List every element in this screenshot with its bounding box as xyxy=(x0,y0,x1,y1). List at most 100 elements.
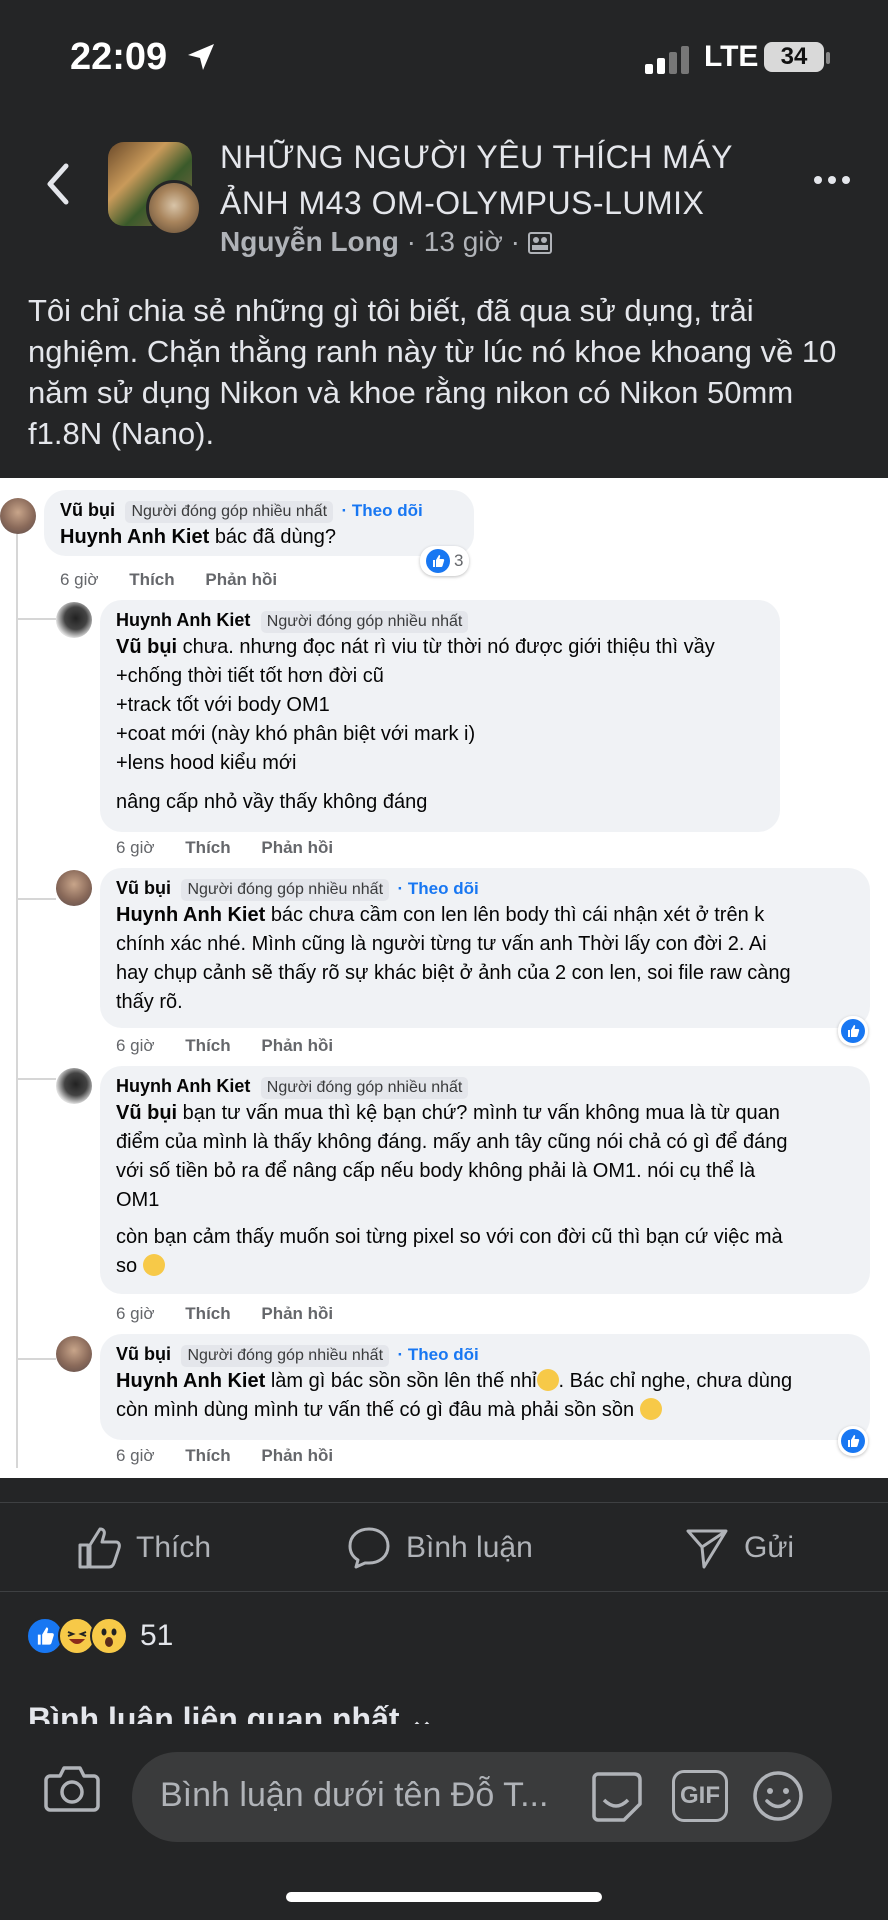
comment-time: 6 giờ xyxy=(116,1304,155,1323)
comment-actions: 6 giờ Thích Phản hồi xyxy=(116,1036,359,1056)
emoji-icon[interactable] xyxy=(750,1768,806,1824)
commenter-avatar[interactable] xyxy=(0,498,36,534)
mention[interactable]: Huynh Anh Kiet xyxy=(60,526,209,548)
meta-separator-2: · xyxy=(510,226,520,257)
author-avatar[interactable] xyxy=(146,180,202,236)
commenter-name[interactable]: Huynh Anh Kiet xyxy=(116,1076,250,1096)
gif-button[interactable]: GIF xyxy=(672,1770,728,1822)
comment-reactions[interactable] xyxy=(838,1426,868,1456)
comment-bubble: Vũ bụi Người đóng góp nhiều nhất · Theo … xyxy=(100,868,870,1028)
grimace-emoji-icon xyxy=(536,1369,559,1391)
comment-actions: 6 giờ Thích Phản hồi xyxy=(116,1304,359,1324)
like-reaction-icon xyxy=(426,549,450,573)
camera-icon[interactable] xyxy=(44,1762,100,1814)
comment-bubble: Huynh Anh Kiet Người đóng góp nhiều nhất… xyxy=(100,600,780,832)
comment-actions: 6 giờ Thích Phản hồi xyxy=(116,1446,359,1466)
more-options-icon[interactable] xyxy=(812,170,852,190)
comment-reply-link[interactable]: Phản hồi xyxy=(261,838,333,857)
comment-reply-link[interactable]: Phản hồi xyxy=(205,570,277,589)
comment-sort-dropdown[interactable]: Bình luận liên quan nhất ⌄ xyxy=(28,1700,435,1726)
grimace-emoji-icon xyxy=(639,1398,662,1420)
post-header: NHỮNG NGƯỜI YÊU THÍCH MÁY ẢNH M43 OM-OLY… xyxy=(0,110,888,270)
comment-time: 6 giờ xyxy=(116,838,155,857)
top-contributor-badge: Người đóng góp nhiều nhất xyxy=(260,611,469,633)
send-icon xyxy=(686,1529,728,1569)
comment-composer: Bình luận dưới tên Đỗ T... GIF xyxy=(0,1724,888,1920)
comment-reply-link[interactable]: Phản hồi xyxy=(261,1446,333,1465)
comment-text: Vũ bụi chưa. nhưng đọc nát rì viu từ thờ… xyxy=(116,636,715,813)
sticker-icon[interactable] xyxy=(588,1768,644,1824)
reaction-total: 51 xyxy=(140,1619,174,1652)
comment-like-link[interactable]: Thích xyxy=(185,1304,230,1323)
mention[interactable]: Vũ bụi xyxy=(116,1102,177,1124)
commenter-avatar[interactable] xyxy=(56,602,92,638)
commenter-name[interactable]: Vũ bụi xyxy=(116,878,171,898)
wow-reaction-icon xyxy=(90,1617,128,1655)
like-reaction-icon xyxy=(841,1429,865,1453)
send-button[interactable]: Gửi xyxy=(684,1523,794,1573)
comment-label: Bình luận xyxy=(406,1531,533,1564)
mention[interactable]: Huynh Anh Kiet xyxy=(116,1370,265,1392)
comment-time: 6 giờ xyxy=(116,1446,155,1465)
chevron-down-icon: ⌄ xyxy=(408,1701,436,1726)
thumbs-up-icon xyxy=(78,1527,121,1569)
comment-bubble: Vũ bụi Người đóng góp nhiều nhất · Theo … xyxy=(44,490,474,556)
top-contributor-badge: Người đóng góp nhiều nhất xyxy=(125,501,334,523)
comment-actions: 6 giờ Thích Phản hồi xyxy=(60,570,303,590)
comment-like-link[interactable]: Thích xyxy=(185,838,230,857)
comment-like-link[interactable]: Thích xyxy=(129,570,174,589)
reactions-summary[interactable]: 51 xyxy=(26,1616,173,1656)
comment-actions: 6 giờ Thích Phản hồi xyxy=(116,838,359,858)
send-label: Gửi xyxy=(744,1531,795,1564)
back-arrow-icon[interactable] xyxy=(38,154,78,214)
mention[interactable]: Vũ bụi xyxy=(116,636,177,658)
network-type: LTE xyxy=(704,40,759,73)
top-contributor-badge: Người đóng góp nhiều nhất xyxy=(181,1345,390,1367)
comment-bubble: Huynh Anh Kiet Người đóng góp nhiều nhất… xyxy=(100,1066,870,1294)
reaction-count: 3 xyxy=(454,551,464,570)
signal-icon xyxy=(645,46,689,74)
thread-line-branch xyxy=(16,898,56,900)
comment-input[interactable]: Bình luận dưới tên Đỗ T... GIF xyxy=(132,1752,832,1842)
commenter-avatar[interactable] xyxy=(56,1068,92,1104)
comment-button[interactable]: Bình luận xyxy=(346,1523,533,1573)
follow-link[interactable]: · Theo dõi xyxy=(341,501,422,520)
top-contributor-badge: Người đóng góp nhiều nhất xyxy=(181,879,390,901)
thread-line-branch xyxy=(16,618,56,620)
comment-text: Huynh Anh Kiet bác đã dùng? xyxy=(60,526,337,548)
comment-reactions[interactable]: 3 xyxy=(420,546,470,576)
comment-reactions[interactable] xyxy=(838,1016,868,1046)
comment-time: 6 giờ xyxy=(60,570,99,589)
commenter-name[interactable]: Vũ bụi xyxy=(116,1344,171,1364)
post-meta: Nguyễn Long · 13 giờ · xyxy=(220,226,552,258)
post-action-bar: Thích Bình luận Gửi xyxy=(0,1502,888,1592)
comment-text: Vũ bụi bạn tư vấn mua thì kệ bạn chứ? mì… xyxy=(116,1102,788,1277)
group-title[interactable]: NHỮNG NGƯỜI YÊU THÍCH MÁY ẢNH M43 OM-OLY… xyxy=(220,134,780,226)
comment-like-link[interactable]: Thích xyxy=(185,1036,230,1055)
follow-link[interactable]: · Theo dõi xyxy=(397,879,478,898)
thread-line-branch xyxy=(16,1358,56,1360)
commenter-avatar[interactable] xyxy=(56,870,92,906)
home-indicator xyxy=(286,1892,602,1902)
commenter-name[interactable]: Vũ bụi xyxy=(60,500,115,520)
thread-line-branch xyxy=(16,1078,56,1080)
thread-line xyxy=(16,528,18,1468)
speech-bubble-icon xyxy=(348,1527,390,1569)
post-image[interactable]: Vũ bụi Người đóng góp nhiều nhất · Theo … xyxy=(0,478,888,1478)
comment-like-link[interactable]: Thích xyxy=(185,1446,230,1465)
comment-reply-link[interactable]: Phản hồi xyxy=(261,1304,333,1323)
like-label: Thích xyxy=(136,1531,212,1564)
follow-link[interactable]: · Theo dõi xyxy=(397,1345,478,1364)
status-bar: 22:09 LTE 34 xyxy=(0,0,888,110)
author-name[interactable]: Nguyễn Long xyxy=(220,226,399,257)
meta-separator: · xyxy=(406,226,416,257)
comment-placeholder: Bình luận dưới tên Đỗ T... xyxy=(160,1776,549,1814)
like-button[interactable]: Thích xyxy=(76,1523,211,1573)
commenter-avatar[interactable] xyxy=(56,1336,92,1372)
status-time: 22:09 xyxy=(70,36,168,78)
mention[interactable]: Huynh Anh Kiet xyxy=(116,904,265,926)
top-contributor-badge: Người đóng góp nhiều nhất xyxy=(260,1077,469,1099)
commenter-name[interactable]: Huynh Anh Kiet xyxy=(116,610,250,630)
comment-reply-link[interactable]: Phản hồi xyxy=(261,1036,333,1055)
privacy-group-icon xyxy=(527,232,552,254)
